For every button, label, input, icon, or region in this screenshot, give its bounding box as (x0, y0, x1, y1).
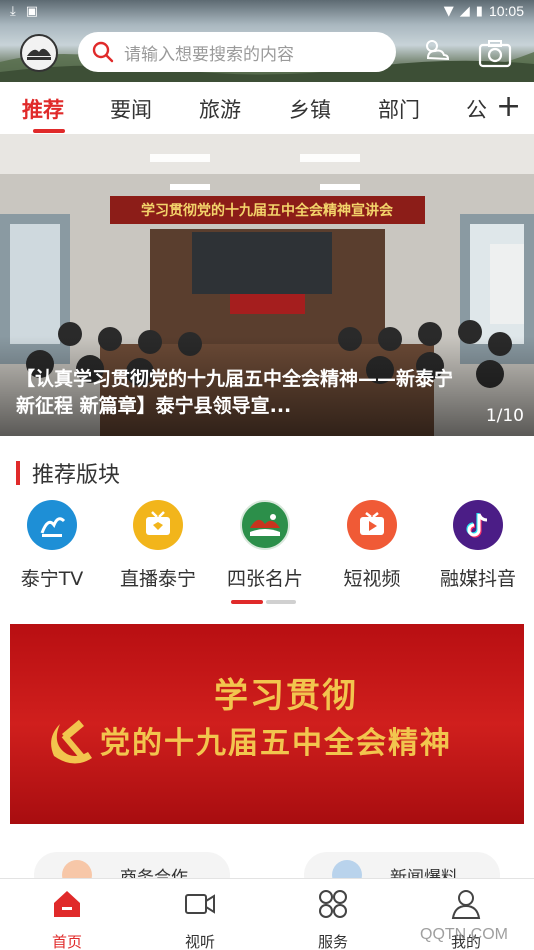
grid-page-indicator-active (231, 600, 263, 604)
user-icon (451, 890, 481, 919)
status-time: 10:05 (488, 3, 524, 19)
tab-public[interactable]: 公 (466, 94, 487, 124)
grid-label: 泰宁TV (20, 568, 84, 590)
tab-travel[interactable]: 旅游 (199, 94, 241, 124)
grid-item-douyin[interactable]: 融媒抖音 (428, 500, 528, 591)
logo-icon (27, 48, 51, 60)
banner-sign-text: 学习贯彻党的十九届五中全会精神宣讲会 (141, 202, 394, 219)
search-bar[interactable]: 请输入想要搜索的内容 (78, 32, 396, 72)
search-placeholder: 请输入想要搜索的内容 (124, 44, 294, 65)
wifi-icon: ▼ (443, 3, 454, 19)
section-accent-bar (16, 461, 20, 485)
active-tab-indicator (33, 129, 65, 133)
nav-home[interactable]: 首页 (17, 887, 117, 950)
add-channel-icon[interactable]: + (496, 92, 521, 122)
tab-recommend[interactable]: 推荐 (22, 94, 64, 124)
grid-label: 融媒抖音 (439, 568, 516, 590)
promo-line-1: 学习贯彻 (214, 676, 358, 716)
signal-icon: ◢ (459, 3, 470, 19)
grid-item-cards[interactable]: 四张名片 (215, 500, 315, 591)
news-carousel[interactable]: 学习贯彻党的十九届五中全会精神宣讲会 【认真学习贯彻党的十九届五中全会精神——新… (0, 134, 534, 436)
home-icon (54, 891, 80, 917)
camera-icon[interactable] (478, 38, 512, 68)
nav-label: 视听 (184, 933, 215, 950)
carousel-counter: 1/10 (485, 406, 524, 426)
grid-label: 短视频 (343, 568, 401, 590)
grid-item-short-video[interactable]: 短视频 (322, 500, 422, 591)
channel-tabs: 推荐 要闻 旅游 乡镇 部门 公 + (0, 82, 534, 134)
grid-item-taining-tv[interactable]: 泰宁TV (2, 500, 102, 591)
nav-label: 服务 (317, 933, 348, 950)
app-logo[interactable] (20, 34, 58, 72)
tab-departments[interactable]: 部门 (378, 94, 420, 124)
download-icon: ⤓ (10, 3, 16, 19)
hammer-sickle-icon (51, 719, 92, 764)
promo-line-2: 党的十九届五中全会精神 (100, 726, 452, 761)
app-header: ⤓ ▣ ▼ ◢ ▮ 10:05 请输入想要搜索的内容 (0, 0, 534, 82)
grid-label: 直播泰宁 (119, 568, 196, 590)
grid-label: 四张名片 (226, 568, 303, 590)
nav-services[interactable]: 服务 (283, 887, 383, 950)
tiktok-icon (453, 500, 503, 550)
tab-news[interactable]: 要闻 (110, 94, 152, 124)
grid-item-live[interactable]: 直播泰宁 (108, 500, 208, 591)
nav-label: 首页 (51, 933, 82, 950)
video-camera-icon (185, 894, 215, 914)
landscape-card-icon (240, 500, 290, 550)
taining-tv-icon (27, 500, 77, 550)
promo-banner[interactable]: 学习贯彻 党的十九届五中全会精神 (10, 624, 524, 824)
services-grid-icon (319, 890, 347, 918)
banner-caption[interactable]: 【认真学习贯彻党的十九届五中全会精神——新泰宁 新征程 新篇章】泰宁县领导宣..… (16, 366, 476, 420)
weather-icon[interactable] (420, 36, 452, 66)
section-title: 推荐版块 (32, 463, 121, 488)
live-tv-icon (133, 500, 183, 550)
watermark: QQTN.COM (420, 926, 508, 943)
nav-media[interactable]: 视听 (150, 887, 250, 950)
tab-towns[interactable]: 乡镇 (289, 94, 331, 124)
play-video-icon (347, 500, 397, 550)
grid-page-indicator (266, 600, 296, 604)
status-bar: ⤓ ▣ ▼ ◢ ▮ 10:05 (0, 0, 534, 22)
notification-icon: ▣ (25, 3, 39, 19)
section-header: 推荐版块 (16, 458, 120, 488)
search-icon (92, 41, 114, 63)
battery-icon: ▮ (475, 3, 483, 19)
